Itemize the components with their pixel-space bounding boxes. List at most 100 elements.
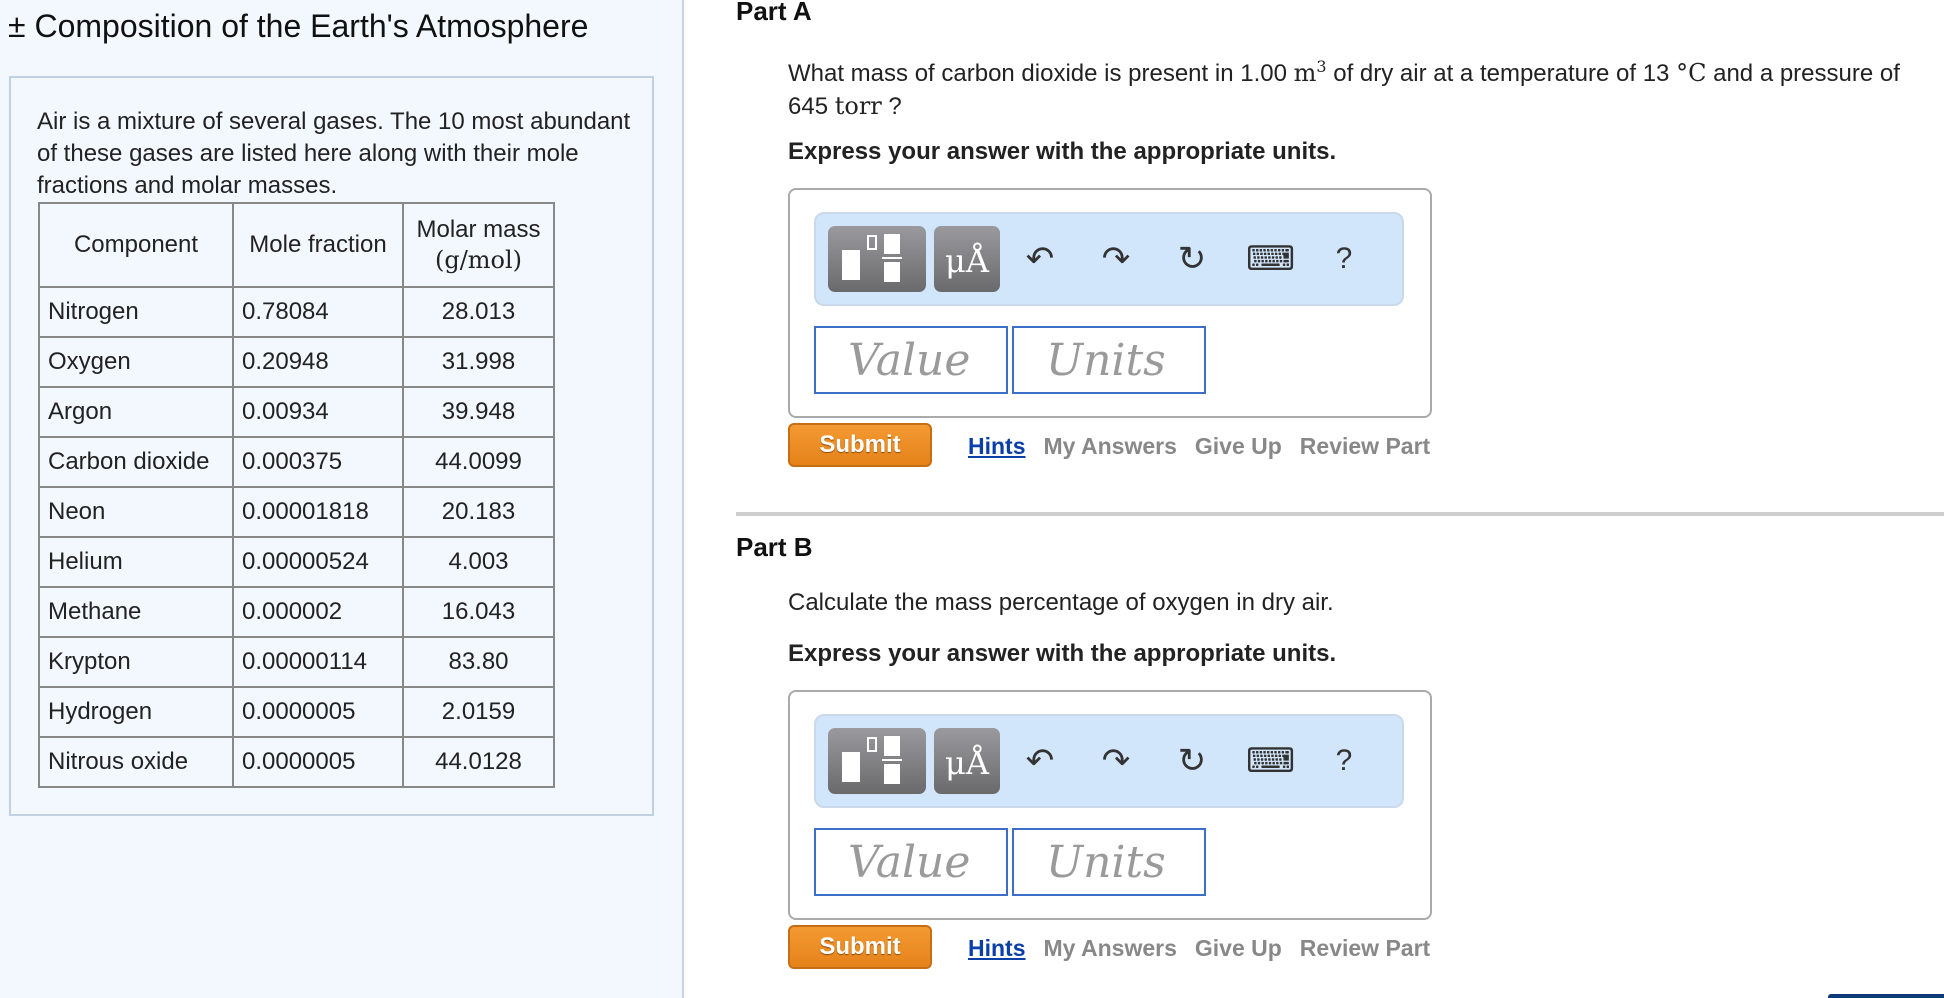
component-cell: Oxygen [38, 336, 234, 388]
info-panel: ± Composition of the Earth's Atmosphere … [0, 0, 684, 998]
mole-fraction-cell: 0.00000524 [232, 536, 404, 588]
templates-button[interactable] [828, 226, 926, 292]
part-divider [736, 512, 1944, 516]
table-row: Nitrogen 0.78084 28.013 [38, 286, 555, 338]
hints-link[interactable]: Hints [968, 935, 1026, 961]
mole-fraction-cell: 0.20948 [232, 336, 404, 388]
part-b-links: Hints My Answers Give Up Review Part [968, 935, 1448, 962]
component-cell: Carbon dioxide [38, 436, 234, 488]
redo-icon[interactable]: ↷ [1094, 232, 1138, 286]
table-row: Carbon dioxide 0.000375 44.0099 [38, 436, 555, 488]
gas-table: Component Mole fraction Molar mass (g/mo… [38, 202, 555, 788]
units-input[interactable] [1012, 828, 1206, 896]
part-a-instruction: Express your answer with the appropriate… [788, 138, 1337, 165]
table-row: Krypton 0.00000114 83.80 [38, 636, 555, 688]
table-row: Methane 0.000002 16.043 [38, 586, 555, 638]
intro-text: Air is a mixture of several gases. The 1… [37, 108, 631, 199]
redo-icon[interactable]: ↷ [1094, 734, 1138, 788]
molar-mass-cell: 2.0159 [402, 686, 555, 738]
component-cell: Nitrous oxide [38, 736, 234, 788]
mole-fraction-cell: 0.00000114 [232, 636, 404, 688]
molar-mass-cell: 44.0099 [402, 436, 555, 488]
component-cell: Methane [38, 586, 234, 638]
component-cell: Krypton [38, 636, 234, 688]
part-a-answer-box: μÅ ↶ ↷ ↻ ⌨ ? [788, 188, 1432, 418]
header-mole-fraction: Mole fraction [232, 202, 404, 288]
question-text: What mass of carbon dioxide is present i… [788, 60, 1294, 87]
review-part-link[interactable]: Review Part [1300, 433, 1430, 459]
templates-button[interactable] [828, 728, 926, 794]
panel-title[interactable]: ± Composition of the Earth's Atmosphere [8, 8, 588, 45]
my-answers-link[interactable]: My Answers [1044, 935, 1177, 961]
part-b-answer-box: μÅ ↶ ↷ ↻ ⌨ ? [788, 690, 1432, 920]
molar-mass-cell: 31.998 [402, 336, 555, 388]
templates-icon [842, 736, 902, 784]
table-row: Neon 0.00001818 20.183 [38, 486, 555, 538]
help-icon[interactable]: ? [1322, 734, 1366, 788]
hints-link[interactable]: Hints [968, 433, 1026, 459]
keyboard-icon[interactable]: ⌨ [1246, 232, 1295, 286]
value-input[interactable] [814, 828, 1008, 896]
undo-icon[interactable]: ↶ [1018, 734, 1062, 788]
help-icon[interactable]: ? [1322, 232, 1366, 286]
molar-mass-cell: 20.183 [402, 486, 555, 538]
question-text: ? [881, 93, 902, 120]
component-cell: Neon [38, 486, 234, 538]
molar-mass-cell: 39.948 [402, 386, 555, 438]
mole-fraction-cell: 0.00934 [232, 386, 404, 438]
give-up-link[interactable]: Give Up [1195, 433, 1282, 459]
table-row: Nitrous oxide 0.0000005 44.0128 [38, 736, 555, 788]
part-a-submit-button[interactable]: Submit [788, 423, 932, 467]
molar-mass-cell: 16.043 [402, 586, 555, 638]
units-input[interactable] [1012, 326, 1206, 394]
mole-fraction-cell: 0.78084 [232, 286, 404, 338]
table-row: Hydrogen 0.0000005 2.0159 [38, 686, 555, 738]
mole-fraction-cell: 0.00001818 [232, 486, 404, 538]
header-molar-mass-label: Molar mass [416, 216, 541, 243]
component-cell: Helium [38, 536, 234, 588]
bottom-button-edge[interactable] [1828, 994, 1944, 998]
question-text: of dry air at a temperature of 13 [1326, 60, 1677, 87]
part-b-submit-button[interactable]: Submit [788, 925, 932, 969]
unit-torr: torr [834, 92, 882, 120]
my-answers-link[interactable]: My Answers [1044, 433, 1177, 459]
reset-icon[interactable]: ↻ [1170, 232, 1214, 286]
unit-celsius: °C [1676, 59, 1707, 87]
value-input[interactable] [814, 326, 1008, 394]
mole-fraction-cell: 0.0000005 [232, 686, 404, 738]
units-button[interactable]: μÅ [934, 226, 1000, 292]
component-cell: Nitrogen [38, 286, 234, 338]
header-molar-mass-unit: (g/mol) [434, 246, 523, 274]
component-cell: Argon [38, 386, 234, 438]
table-row: Oxygen 0.20948 31.998 [38, 336, 555, 388]
part-b-instruction: Express your answer with the appropriate… [788, 640, 1337, 667]
units-button[interactable]: μÅ [934, 728, 1000, 794]
templates-icon [842, 234, 902, 282]
part-b-question: Calculate the mass percentage of oxygen … [788, 589, 1334, 616]
math-toolbar: μÅ ↶ ↷ ↻ ⌨ ? [814, 212, 1404, 306]
part-a-links: Hints My Answers Give Up Review Part [968, 433, 1448, 460]
reset-icon[interactable]: ↻ [1170, 734, 1214, 788]
review-part-link[interactable]: Review Part [1300, 935, 1430, 961]
mole-fraction-cell: 0.000375 [232, 436, 404, 488]
part-b-title: Part B [736, 532, 813, 562]
component-cell: Hydrogen [38, 686, 234, 738]
molar-mass-cell: 44.0128 [402, 736, 555, 788]
mole-fraction-cell: 0.000002 [232, 586, 404, 638]
info-box: Air is a mixture of several gases. The 1… [9, 76, 654, 816]
undo-icon[interactable]: ↶ [1018, 232, 1062, 286]
molar-mass-cell: 28.013 [402, 286, 555, 338]
give-up-link[interactable]: Give Up [1195, 935, 1282, 961]
table-header-row: Component Mole fraction Molar mass (g/mo… [38, 202, 555, 288]
molar-mass-cell: 83.80 [402, 636, 555, 688]
header-component: Component [38, 202, 234, 288]
part-a-title: Part A [736, 0, 812, 26]
unit-exponent: 3 [1316, 57, 1327, 76]
unit-m: m [1293, 59, 1317, 87]
table-row: Argon 0.00934 39.948 [38, 386, 555, 438]
header-molar-mass: Molar mass (g/mol) [402, 202, 555, 288]
mole-fraction-cell: 0.0000005 [232, 736, 404, 788]
keyboard-icon[interactable]: ⌨ [1246, 734, 1295, 788]
molar-mass-cell: 4.003 [402, 536, 555, 588]
math-toolbar: μÅ ↶ ↷ ↻ ⌨ ? [814, 714, 1404, 808]
